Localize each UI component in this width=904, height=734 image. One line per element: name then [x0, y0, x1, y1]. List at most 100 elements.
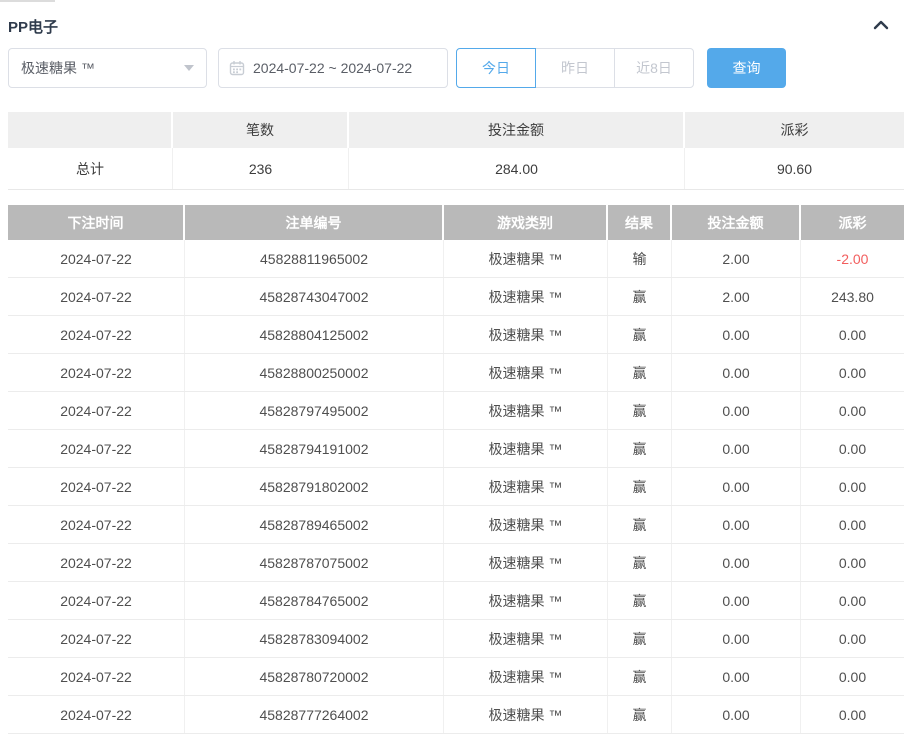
chevron-down-icon: [184, 65, 194, 71]
cell-bet-id: 45828794191002: [185, 430, 444, 467]
cell-bet-id: 45828780720002: [185, 658, 444, 695]
cell-bet-time: 2024-07-22: [8, 240, 185, 277]
range-yesterday-button[interactable]: 昨日: [535, 48, 615, 88]
cell-bet-amount: 0.00: [672, 316, 801, 353]
cell-bet-id: 45828743047002: [185, 278, 444, 315]
cell-game-type: 极速糖果 ™: [444, 506, 608, 543]
cell-payout: 0.00: [801, 658, 904, 695]
cell-bet-amount: 2.00: [672, 240, 801, 277]
game-select-value: 极速糖果 ™: [21, 58, 95, 78]
range-today-button[interactable]: 今日: [456, 48, 536, 88]
cell-bet-id: 45828800250002: [185, 354, 444, 391]
cell-result: 赢: [608, 430, 672, 467]
col-header-bet-amount: 投注金额: [672, 205, 801, 240]
cell-result: 赢: [608, 468, 672, 505]
cell-bet-amount: 0.00: [672, 582, 801, 619]
table-row: 2024-07-2245828777264002极速糖果 ™赢0.000.00: [8, 696, 904, 734]
table-row: 2024-07-2245828783094002极速糖果 ™赢0.000.00: [8, 620, 904, 658]
page-title: PP电子: [8, 16, 58, 37]
cell-game-type: 极速糖果 ™: [444, 468, 608, 505]
table-row: 2024-07-2245828800250002极速糖果 ™赢0.000.00: [8, 354, 904, 392]
cell-game-type: 极速糖果 ™: [444, 316, 608, 353]
cell-bet-time: 2024-07-22: [8, 620, 185, 657]
cell-game-type: 极速糖果 ™: [444, 430, 608, 467]
cell-result: 赢: [608, 316, 672, 353]
panel-header: PP电子: [0, 0, 904, 40]
cell-payout: 0.00: [801, 392, 904, 429]
table-row: 2024-07-2245828804125002极速糖果 ™赢0.000.00: [8, 316, 904, 354]
cell-bet-time: 2024-07-22: [8, 278, 185, 315]
cell-bet-time: 2024-07-22: [8, 544, 185, 581]
cell-bet-time: 2024-07-22: [8, 392, 185, 429]
cell-bet-time: 2024-07-22: [8, 582, 185, 619]
bet-table-header-row: 下注时间 注单编号 游戏类别 结果 投注金额 派彩: [8, 205, 904, 240]
col-header-bet-time: 下注时间: [8, 205, 185, 240]
cell-result: 赢: [608, 658, 672, 695]
cell-result: 赢: [608, 544, 672, 581]
range-last8days-button[interactable]: 近8日: [614, 48, 694, 88]
cell-bet-id: 45828783094002: [185, 620, 444, 657]
cell-bet-time: 2024-07-22: [8, 506, 185, 543]
cell-game-type: 极速糖果 ™: [444, 696, 608, 733]
cell-game-type: 极速糖果 ™: [444, 620, 608, 657]
table-row: 2024-07-2245828784765002极速糖果 ™赢0.000.00: [8, 582, 904, 620]
summary-total-label: 总计: [8, 148, 173, 189]
cell-payout: -2.00: [801, 240, 904, 277]
cell-payout: 0.00: [801, 354, 904, 391]
cell-bet-amount: 0.00: [672, 468, 801, 505]
cell-bet-time: 2024-07-22: [8, 468, 185, 505]
cell-result: 赢: [608, 620, 672, 657]
date-range-value: 2024-07-22 ~ 2024-07-22: [253, 60, 412, 76]
cell-result: 赢: [608, 392, 672, 429]
bet-table-body: 2024-07-2245828811965002极速糖果 ™输2.00-2.00…: [8, 240, 904, 734]
cell-bet-amount: 2.00: [672, 278, 801, 315]
filter-bar: 极速糖果 ™ 2024-07-22 ~ 2024-07-22 今日 昨日 近8日…: [8, 48, 896, 88]
cell-bet-id: 45828791802002: [185, 468, 444, 505]
cell-game-type: 极速糖果 ™: [444, 582, 608, 619]
cell-payout: 0.00: [801, 430, 904, 467]
cell-payout: 0.00: [801, 506, 904, 543]
cell-bet-time: 2024-07-22: [8, 316, 185, 353]
collapse-panel-button[interactable]: [872, 18, 890, 35]
table-row: 2024-07-2245828743047002极速糖果 ™赢2.00243.8…: [8, 278, 904, 316]
date-range-picker[interactable]: 2024-07-22 ~ 2024-07-22: [218, 48, 448, 88]
cell-game-type: 极速糖果 ™: [444, 354, 608, 391]
summary-total-count: 236: [173, 148, 349, 189]
summary-header-bet-amount: 投注金额: [349, 112, 685, 148]
cell-bet-amount: 0.00: [672, 544, 801, 581]
cell-bet-id: 45828804125002: [185, 316, 444, 353]
cell-game-type: 极速糖果 ™: [444, 392, 608, 429]
cell-game-type: 极速糖果 ™: [444, 240, 608, 277]
cell-bet-id: 45828777264002: [185, 696, 444, 733]
game-select[interactable]: 极速糖果 ™: [8, 48, 207, 88]
table-row: 2024-07-2245828811965002极速糖果 ™输2.00-2.00: [8, 240, 904, 278]
query-button[interactable]: 查询: [707, 48, 786, 88]
col-header-payout: 派彩: [801, 205, 904, 240]
summary-total-bet-amount: 284.00: [349, 148, 685, 189]
cell-payout: 0.00: [801, 582, 904, 619]
table-row: 2024-07-2245828791802002极速糖果 ™赢0.000.00: [8, 468, 904, 506]
cell-bet-amount: 0.00: [672, 696, 801, 733]
cell-bet-time: 2024-07-22: [8, 430, 185, 467]
cell-payout: 243.80: [801, 278, 904, 315]
summary-header-payout: 派彩: [685, 112, 904, 148]
cell-bet-id: 45828789465002: [185, 506, 444, 543]
top-edge-divider: [0, 0, 55, 2]
table-row: 2024-07-2245828789465002极速糖果 ™赢0.000.00: [8, 506, 904, 544]
cell-game-type: 极速糖果 ™: [444, 544, 608, 581]
cell-result: 赢: [608, 278, 672, 315]
cell-payout: 0.00: [801, 696, 904, 733]
col-header-bet-id: 注单编号: [185, 205, 444, 240]
summary-header-count: 笔数: [173, 112, 349, 148]
table-row: 2024-07-2245828787075002极速糖果 ™赢0.000.00: [8, 544, 904, 582]
col-header-result: 结果: [608, 205, 672, 240]
table-row: 2024-07-2245828794191002极速糖果 ™赢0.000.00: [8, 430, 904, 468]
cell-bet-amount: 0.00: [672, 354, 801, 391]
cell-bet-amount: 0.00: [672, 392, 801, 429]
cell-bet-amount: 0.00: [672, 506, 801, 543]
cell-result: 赢: [608, 696, 672, 733]
cell-bet-id: 45828787075002: [185, 544, 444, 581]
cell-payout: 0.00: [801, 316, 904, 353]
cell-result: 赢: [608, 354, 672, 391]
cell-payout: 0.00: [801, 620, 904, 657]
